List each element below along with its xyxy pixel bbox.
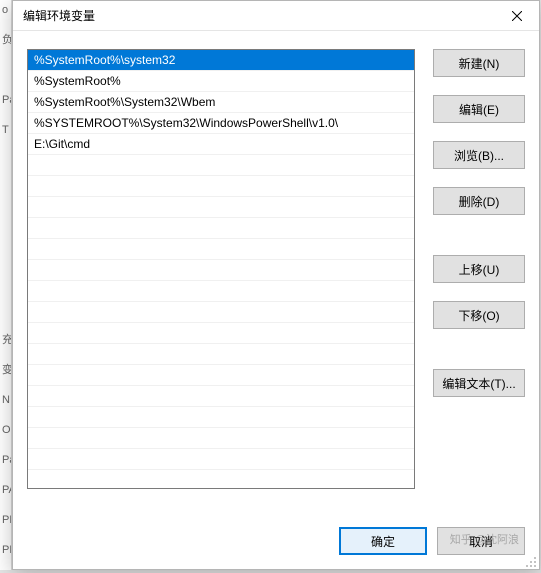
dialog-title: 编辑环境变量: [23, 7, 95, 24]
list-item[interactable]: %SystemRoot%\system32: [28, 50, 414, 71]
list-item-empty[interactable]: [28, 197, 414, 218]
edit-button[interactable]: 编辑(E): [433, 95, 525, 123]
browse-button[interactable]: 浏览(B)...: [433, 141, 525, 169]
new-button[interactable]: 新建(N): [433, 49, 525, 77]
titlebar: 编辑环境变量: [13, 1, 539, 31]
list-item-empty[interactable]: [28, 344, 414, 365]
move-down-button[interactable]: 下移(O): [433, 301, 525, 329]
resize-grip[interactable]: [525, 555, 537, 567]
ok-button[interactable]: 确定: [339, 527, 427, 555]
dialog-footer: 确定 取消: [13, 517, 539, 569]
list-item-empty[interactable]: [28, 365, 414, 386]
list-item-empty[interactable]: [28, 239, 414, 260]
edit-text-button[interactable]: 编辑文本(T)...: [433, 369, 525, 397]
list-item-empty[interactable]: [28, 407, 414, 428]
list-item[interactable]: %SYSTEMROOT%\System32\WindowsPowerShell\…: [28, 113, 414, 134]
list-item-empty[interactable]: [28, 449, 414, 470]
move-up-button[interactable]: 上移(U): [433, 255, 525, 283]
list-item-empty[interactable]: [28, 218, 414, 239]
resize-grip-icon: [525, 556, 537, 568]
edit-env-var-dialog: 编辑环境变量 %SystemRoot%\system32%SystemRoot%…: [12, 0, 540, 570]
list-item[interactable]: %SystemRoot%\System32\Wbem: [28, 92, 414, 113]
cancel-button[interactable]: 取消: [437, 527, 525, 555]
list-item-empty[interactable]: [28, 386, 414, 407]
list-item-empty[interactable]: [28, 428, 414, 449]
close-button[interactable]: [494, 1, 539, 31]
list-item[interactable]: %SystemRoot%: [28, 71, 414, 92]
list-item-empty[interactable]: [28, 323, 414, 344]
list-item-empty[interactable]: [28, 176, 414, 197]
list-item-empty[interactable]: [28, 155, 414, 176]
obscured-background: o负PaT充变NOPaPAPFPF: [0, 0, 12, 570]
list-item-empty[interactable]: [28, 260, 414, 281]
path-listbox[interactable]: %SystemRoot%\system32%SystemRoot%%System…: [27, 49, 415, 489]
delete-button[interactable]: 删除(D): [433, 187, 525, 215]
close-icon: [512, 11, 522, 21]
list-item-empty[interactable]: [28, 281, 414, 302]
dialog-content: %SystemRoot%\system32%SystemRoot%%System…: [13, 31, 539, 517]
list-item-empty[interactable]: [28, 302, 414, 323]
list-item[interactable]: E:\Git\cmd: [28, 134, 414, 155]
side-button-panel: 新建(N) 编辑(E) 浏览(B)... 删除(D) 上移(U) 下移(O) 编…: [433, 49, 525, 503]
